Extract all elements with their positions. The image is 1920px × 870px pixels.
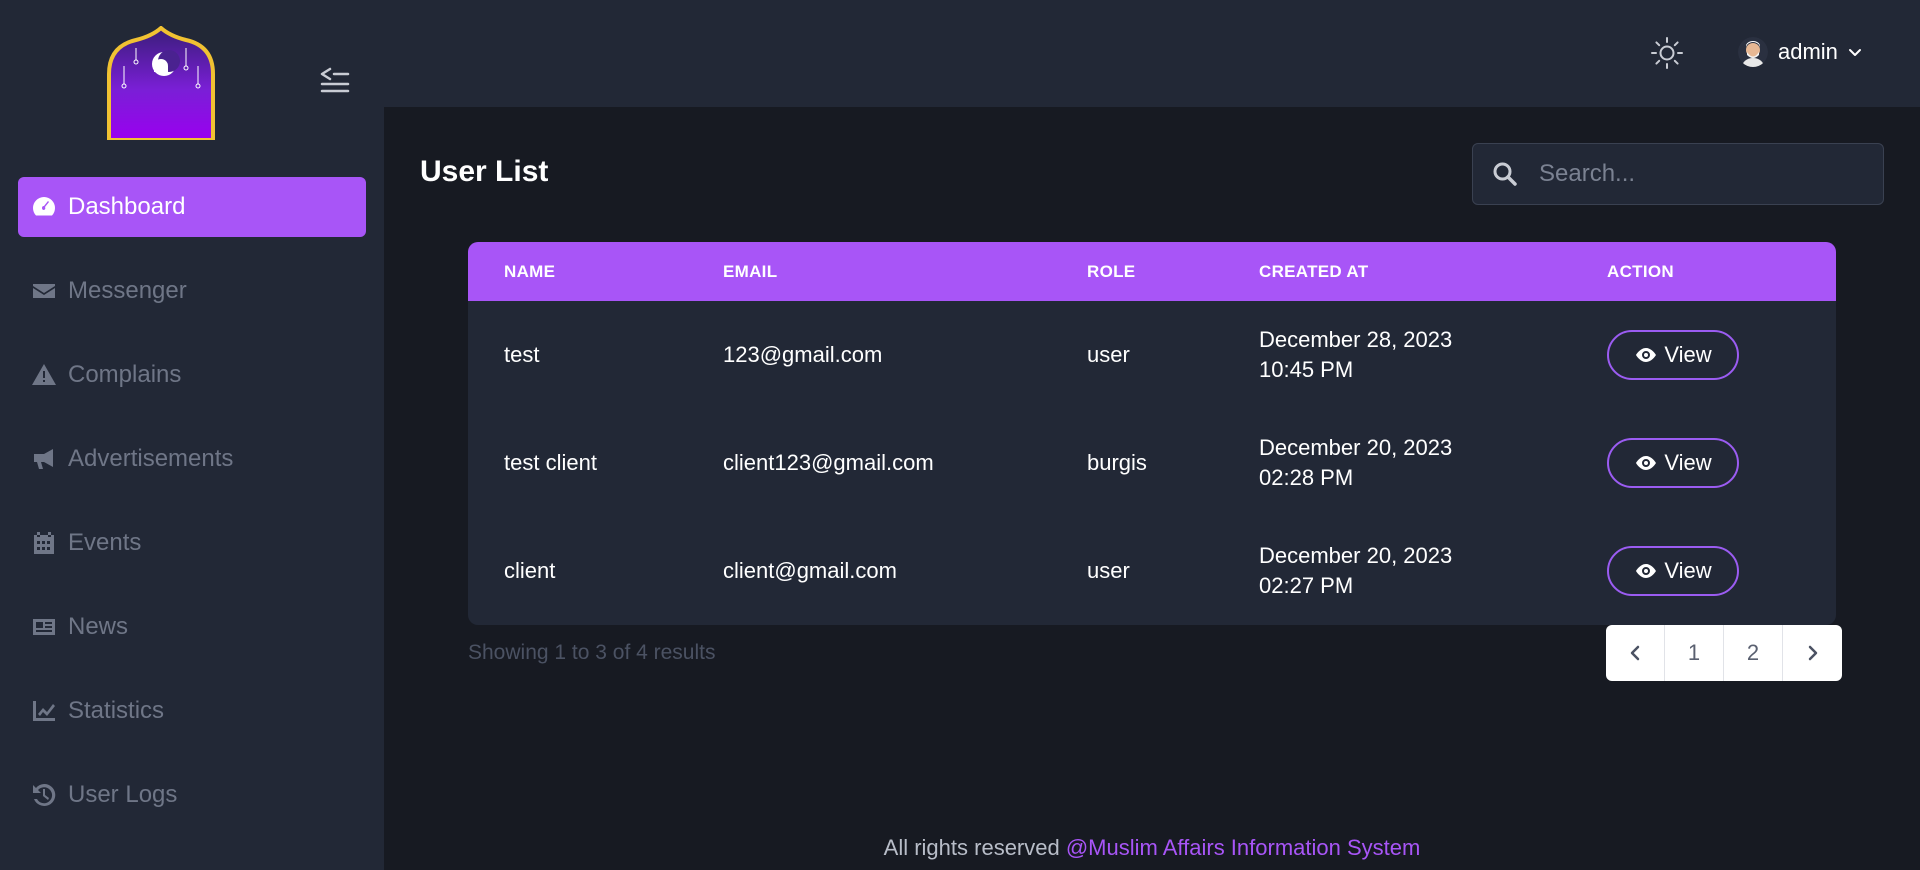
cell-email: 123@gmail.com	[723, 342, 883, 367]
cell-action: View	[1571, 409, 1836, 517]
view-button[interactable]: View	[1607, 438, 1739, 488]
sidebar-item-label: Dashboard	[68, 193, 186, 220]
column-header-email[interactable]: EMAIL	[687, 242, 1051, 301]
sidebar-item-label: Advertisements	[68, 445, 234, 472]
view-button-label: View	[1664, 342, 1712, 367]
warning-icon	[30, 361, 58, 389]
cell-role: user	[1087, 558, 1130, 583]
cell-action: View	[1571, 517, 1836, 625]
eye-icon	[1636, 564, 1657, 578]
cell-role: user	[1087, 342, 1130, 367]
view-button[interactable]: View	[1607, 546, 1739, 596]
footer: All rights reserved @Muslim Affairs Info…	[384, 835, 1920, 861]
column-header-action: ACTION	[1607, 261, 1674, 281]
sidebar-item-events[interactable]: Events	[18, 513, 366, 573]
cell-created-at: December 28, 2023 10:45 PM	[1223, 301, 1571, 409]
cell-email: client123@gmail.com	[723, 450, 934, 475]
pagination: 1 2	[1606, 625, 1842, 681]
chart-line-icon	[30, 697, 58, 725]
sun-icon[interactable]	[1650, 36, 1684, 70]
collapse-sidebar-icon[interactable]	[318, 64, 352, 94]
column-header-created-at[interactable]: CREATED AT	[1223, 242, 1571, 301]
eye-icon	[1636, 456, 1657, 470]
footer-brand-link[interactable]: @Muslim Affairs Information System	[1066, 835, 1420, 860]
envelope-icon	[30, 277, 58, 305]
chevron-down-icon	[1848, 49, 1861, 56]
chevron-right-icon	[1808, 645, 1817, 661]
cell-role: burgis	[1087, 450, 1147, 475]
eye-icon	[1636, 348, 1657, 362]
search-box	[1472, 143, 1884, 205]
history-icon	[30, 781, 58, 809]
sidebar-item-complains[interactable]: Complains	[18, 345, 366, 405]
top-bar: admin	[384, 0, 1920, 107]
sidebar-item-label: User Logs	[68, 781, 178, 808]
newspaper-icon	[30, 613, 58, 641]
cell-created-at: December 20, 2023 02:28 PM	[1223, 409, 1571, 517]
created-time: 02:28 PM	[1259, 465, 1354, 490]
sidebar-item-news[interactable]: News	[18, 597, 366, 657]
created-time: 02:27 PM	[1259, 573, 1354, 598]
sidebar-item-statistics[interactable]: Statistics	[18, 681, 366, 741]
cell-created-at: December 20, 2023 02:27 PM	[1223, 517, 1571, 625]
sidebar: Dashboard Messenger Complains Advertisem…	[0, 0, 384, 870]
user-menu[interactable]: admin	[1738, 34, 1862, 70]
cell-name: test client	[504, 450, 597, 475]
footer-text: All rights reserved	[883, 835, 1066, 860]
pagination-prev[interactable]	[1606, 625, 1665, 681]
pagination-page-2[interactable]: 2	[1724, 625, 1783, 681]
sidebar-item-label: Complains	[68, 361, 182, 388]
results-summary: Showing 1 to 3 of 4 results	[468, 641, 716, 664]
megaphone-icon	[30, 445, 58, 473]
sidebar-item-label: Statistics	[68, 697, 165, 724]
table-header-row: NAME EMAIL ROLE CREATED AT ACTION	[468, 242, 1836, 301]
view-button-label: View	[1664, 558, 1712, 583]
calendar-icon	[30, 529, 58, 557]
logo	[106, 25, 216, 142]
created-date: December 28, 2023	[1259, 327, 1453, 352]
cell-action: View	[1571, 301, 1836, 409]
page-title: User List	[420, 155, 549, 188]
sidebar-item-dashboard[interactable]: Dashboard	[18, 177, 366, 237]
cell-name: client	[504, 558, 556, 583]
column-header-role[interactable]: ROLE	[1051, 242, 1223, 301]
sidebar-item-advertisements[interactable]: Advertisements	[18, 429, 366, 489]
pagination-page-1[interactable]: 1	[1665, 625, 1724, 681]
search-input[interactable]	[1539, 160, 1883, 188]
table-row: test client client123@gmail.com burgis D…	[468, 409, 1836, 517]
user-table: NAME EMAIL ROLE CREATED AT ACTION test 1…	[468, 242, 1836, 625]
pagination-next[interactable]	[1783, 625, 1842, 681]
tachometer-icon	[30, 193, 58, 221]
search-icon	[1493, 162, 1517, 186]
cell-email: client@gmail.com	[723, 558, 897, 583]
cell-name: test	[504, 342, 540, 367]
sidebar-nav: Dashboard Messenger Complains Advertisem…	[18, 177, 366, 849]
table-row: test 123@gmail.com user December 28, 202…	[468, 301, 1836, 409]
created-date: December 20, 2023	[1259, 543, 1453, 568]
view-button[interactable]: View	[1607, 330, 1739, 380]
sidebar-item-label: Events	[68, 529, 142, 556]
table-row: client client@gmail.com user December 20…	[468, 517, 1836, 625]
chevron-left-icon	[1630, 645, 1640, 661]
avatar	[1738, 37, 1768, 67]
created-time: 10:45 PM	[1259, 357, 1354, 382]
user-name: admin	[1778, 39, 1838, 64]
created-date: December 20, 2023	[1259, 435, 1453, 460]
sidebar-item-label: Messenger	[68, 277, 187, 304]
sidebar-item-messenger[interactable]: Messenger	[18, 261, 366, 321]
sidebar-item-label: News	[68, 613, 129, 640]
sidebar-item-user-logs[interactable]: User Logs	[18, 765, 366, 825]
view-button-label: View	[1664, 450, 1712, 475]
column-header-name[interactable]: NAME	[468, 242, 687, 301]
